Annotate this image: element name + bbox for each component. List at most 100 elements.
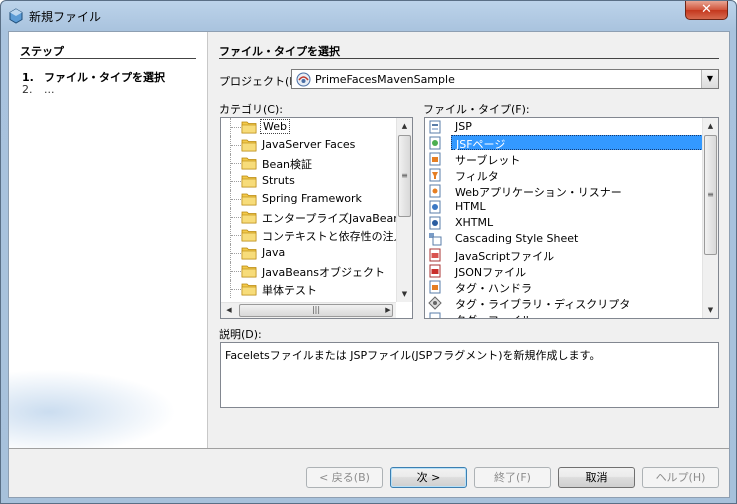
- dialog-window: 新規ファイル ✕ ステップ 1. ファイル・タイプを選択 2.... ファイル・タ…: [0, 0, 737, 504]
- file-types-list[interactable]: JSP JSFページサーブレット フィルタ Webアプリケーション・リスナー HTML X…: [424, 117, 719, 319]
- scroll-down-icon[interactable]: ▼: [397, 286, 412, 302]
- folder-icon: [241, 265, 257, 278]
- back-button[interactable]: < 戻る(B): [306, 467, 383, 488]
- categories-vertical-scrollbar[interactable]: ▲ ≡ ▼: [396, 118, 412, 302]
- file-type-item[interactable]: Cascading Style Sheet: [425, 231, 704, 247]
- file-type-label: サーブレット: [455, 154, 521, 167]
- step-label: ファイル・タイプを選択: [44, 71, 165, 84]
- category-item[interactable]: Java: [221, 244, 397, 262]
- category-label: JavaServer Faces: [262, 138, 356, 151]
- folder-icon: [241, 247, 257, 260]
- scroll-thumb[interactable]: ≡: [704, 135, 717, 255]
- category-item[interactable]: Web: [221, 118, 397, 136]
- file-type-label: HTML: [455, 200, 486, 213]
- next-button[interactable]: 次 >: [390, 467, 467, 488]
- file-type-label: JSP: [455, 120, 472, 133]
- html-file-icon: [429, 200, 441, 214]
- description-label: 説明(D):: [219, 328, 262, 341]
- category-label: エンタープライズJavaBeans: [262, 212, 407, 225]
- file-types-vertical-scrollbar[interactable]: ▲ ≡ ▼: [702, 118, 718, 318]
- file-type-label: Webアプリケーション・リスナー: [455, 186, 622, 199]
- category-label: 単体テスト: [262, 284, 317, 297]
- folder-icon: [241, 157, 257, 170]
- scroll-right-icon[interactable]: ▶: [380, 303, 396, 318]
- category-label: Struts: [262, 174, 295, 187]
- category-label: Web: [260, 119, 290, 134]
- file-type-item[interactable]: タグ・ファイル: [425, 311, 704, 318]
- jsf-page-icon: [429, 136, 441, 150]
- steps-title: ステップ: [20, 45, 64, 58]
- file-type-item[interactable]: JSONファイル: [425, 263, 704, 279]
- file-type-item[interactable]: フィルタ: [425, 167, 704, 183]
- file-type-item[interactable]: Webアプリケーション・リスナー: [425, 183, 704, 199]
- category-item[interactable]: Struts: [221, 172, 397, 190]
- category-label: Bean検証: [262, 158, 313, 171]
- tag-handler-icon: [429, 280, 441, 294]
- categories-tree[interactable]: Web JavaServer Faces Bean検証 Struts Spring Fr…: [220, 117, 413, 319]
- chevron-down-icon[interactable]: ▼: [701, 70, 718, 88]
- scroll-thumb[interactable]: |||: [239, 304, 393, 317]
- close-button[interactable]: ✕: [685, 1, 728, 20]
- file-types-label: ファイル・タイプ(F):: [423, 103, 530, 116]
- panel-divider: [219, 58, 719, 59]
- file-type-item[interactable]: JSFページ: [425, 135, 707, 151]
- tld-icon: [428, 296, 442, 310]
- folder-icon: [241, 193, 257, 206]
- category-label: Java: [262, 246, 286, 259]
- xhtml-file-icon: [429, 216, 441, 230]
- categories-horizontal-scrollbar[interactable]: ◀ ||| ▶: [221, 302, 396, 318]
- file-type-item[interactable]: HTML: [425, 199, 704, 215]
- scroll-down-icon[interactable]: ▼: [703, 302, 718, 318]
- file-type-label: XHTML: [455, 216, 494, 229]
- footer-divider: [9, 448, 729, 449]
- maven-project-icon: [296, 72, 311, 87]
- file-type-label: タグ・ファイル: [455, 312, 532, 318]
- file-type-item[interactable]: サーブレット: [425, 151, 704, 167]
- filter-icon: [429, 168, 441, 182]
- help-button[interactable]: ヘルプ(H): [642, 467, 719, 488]
- category-item[interactable]: JavaServer Faces: [221, 136, 397, 154]
- servlet-icon: [429, 152, 441, 166]
- category-item[interactable]: 単体テスト: [221, 280, 397, 298]
- category-item[interactable]: コンテキストと依存性の注入: [221, 226, 405, 244]
- file-type-item[interactable]: XHTML: [425, 215, 704, 231]
- description-box: Faceletsファイルまたは JSPファイル(JSPフラグメント)を新規作成し…: [220, 342, 719, 408]
- file-type-item[interactable]: JavaScriptファイル: [425, 247, 704, 263]
- project-select-value: PrimeFacesMavenSample: [315, 73, 455, 86]
- tag-file-icon: [429, 312, 441, 318]
- category-label: コンテキストと依存性の注入: [262, 230, 405, 243]
- category-item[interactable]: エンタープライズJavaBeans: [221, 208, 406, 226]
- file-type-item[interactable]: タグ・ライブラリ・ディスクリプタ: [425, 295, 704, 311]
- file-type-label: JavaScriptファイル: [455, 250, 555, 263]
- step-label: ...: [44, 83, 55, 96]
- json-file-icon: [429, 264, 441, 278]
- panel-title: ファイル・タイプを選択: [219, 45, 340, 58]
- scroll-up-icon[interactable]: ▲: [397, 118, 412, 134]
- listener-icon: [429, 184, 441, 198]
- category-item[interactable]: Bean検証: [221, 154, 397, 172]
- category-label: Spring Framework: [262, 192, 362, 205]
- scroll-up-icon[interactable]: ▲: [703, 118, 718, 134]
- folder-icon: [241, 175, 257, 188]
- folder-icon: [241, 139, 257, 152]
- file-type-item[interactable]: JSP: [425, 119, 704, 135]
- cancel-button[interactable]: 取消: [558, 467, 635, 488]
- title-bar[interactable]: 新規ファイル ✕: [1, 1, 736, 31]
- file-type-label: JSFページ: [451, 135, 707, 151]
- folder-icon: [241, 211, 257, 224]
- file-type-item[interactable]: タグ・ハンドラ: [425, 279, 704, 295]
- scroll-left-icon[interactable]: ◀: [221, 303, 237, 318]
- steps-panel: ステップ 1. ファイル・タイプを選択 2....: [9, 32, 208, 448]
- folder-icon: [241, 121, 257, 134]
- finish-button[interactable]: 終了(F): [474, 467, 551, 488]
- category-item[interactable]: Spring Framework: [221, 190, 397, 208]
- steps-divider: [20, 58, 196, 59]
- scroll-thumb[interactable]: ≡: [398, 135, 411, 217]
- category-item[interactable]: JavaBeansオブジェクト: [221, 262, 397, 280]
- project-select[interactable]: PrimeFacesMavenSample ▼: [291, 69, 719, 89]
- jsp-file-icon: [429, 120, 441, 134]
- file-type-label: タグ・ハンドラ: [455, 282, 532, 295]
- categories-label: カテゴリ(C):: [219, 103, 283, 116]
- category-label: JavaBeansオブジェクト: [262, 266, 385, 279]
- file-type-label: JSONファイル: [455, 266, 527, 279]
